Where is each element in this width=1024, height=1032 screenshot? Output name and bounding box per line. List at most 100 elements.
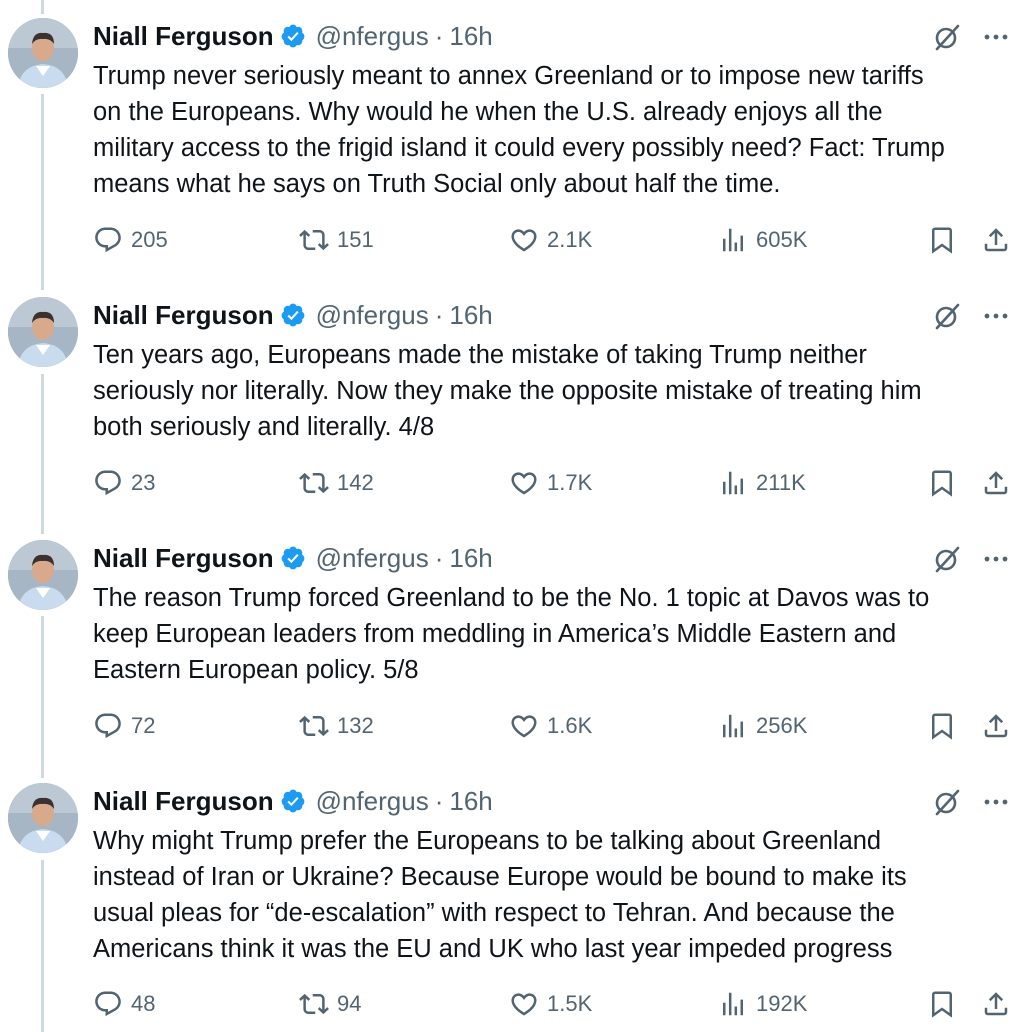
repost-button[interactable]: 94 (299, 986, 361, 1022)
views-button[interactable]: 211K (718, 465, 806, 501)
views-button[interactable]: 192K (718, 986, 807, 1022)
more-icon[interactable] (982, 23, 1010, 51)
avatar[interactable] (8, 297, 78, 367)
header-actions (932, 544, 1010, 574)
timestamp[interactable]: 16h (449, 786, 492, 817)
tweet-actions: 48 94 1.5K 192K (93, 986, 1019, 1022)
bookmark-button[interactable] (927, 986, 957, 1022)
like-button[interactable]: 2.1K (509, 222, 592, 258)
author-name[interactable]: Niall Ferguson (93, 786, 274, 817)
author-handle[interactable]: @nfergus (316, 300, 429, 331)
tweet[interactable]: Niall Ferguson @nfergus · 16h Ten years … (0, 297, 1024, 517)
avatar[interactable] (8, 540, 78, 610)
views-icon (723, 471, 743, 495)
tweet-text: The reason Trump forced Greenland to be … (93, 584, 930, 684)
views-button[interactable]: 605K (718, 222, 807, 258)
author-handle[interactable]: @nfergus (316, 543, 429, 574)
reply-count: 48 (131, 991, 156, 1016)
tweet[interactable]: Niall Ferguson @nfergus · 16h Why might … (0, 783, 1024, 1032)
repost-button[interactable]: 142 (299, 465, 374, 501)
like-icon (511, 472, 537, 495)
tweet-header: Niall Ferguson @nfergus · 16h (93, 785, 493, 817)
reply-count: 205 (131, 227, 168, 252)
reply-button[interactable]: 72 (93, 708, 155, 744)
more-icon[interactable] (982, 788, 1010, 816)
more-icon[interactable] (982, 545, 1010, 573)
bookmark-button[interactable] (927, 708, 957, 744)
author-name[interactable]: Niall Ferguson (93, 300, 274, 331)
reply-icon (95, 991, 121, 1017)
header-actions (932, 787, 1010, 817)
repost-icon (299, 229, 329, 251)
like-icon (511, 715, 537, 738)
like-icon (511, 993, 537, 1016)
like-button[interactable]: 1.5K (509, 986, 592, 1022)
reply-icon (95, 470, 121, 496)
more-icon[interactable] (982, 302, 1010, 330)
like-button[interactable]: 1.7K (509, 465, 592, 501)
avatar[interactable] (8, 783, 78, 853)
avatar[interactable] (8, 18, 78, 88)
separator-dot: · (434, 542, 444, 573)
tweet[interactable]: Niall Ferguson @nfergus · 16h Trump neve… (0, 18, 1024, 268)
timestamp[interactable]: 16h (449, 300, 492, 331)
repost-count: 142 (337, 470, 374, 495)
grok-icon[interactable] (932, 22, 962, 52)
verified-badge-icon (281, 789, 304, 813)
share-icon (984, 228, 1008, 252)
author-name[interactable]: Niall Ferguson (93, 21, 274, 52)
tweet-actions: 205 151 2.1K 605K (93, 222, 1019, 258)
header-actions (932, 22, 1010, 52)
share-icon (984, 714, 1008, 738)
separator-dot: · (434, 299, 444, 330)
tweet-header: Niall Ferguson @nfergus · 16h (93, 542, 493, 574)
like-count: 1.6K (547, 713, 593, 738)
reply-button[interactable]: 205 (93, 222, 168, 258)
bookmark-icon (932, 713, 952, 740)
thread-line (41, 0, 44, 14)
verified-badge-icon (281, 546, 304, 570)
grok-icon[interactable] (932, 787, 962, 817)
author-handle[interactable]: @nfergus (316, 21, 429, 52)
like-button[interactable]: 1.6K (509, 708, 592, 744)
like-icon (511, 229, 537, 252)
share-button[interactable] (981, 465, 1011, 501)
verified-badge-icon (281, 24, 304, 48)
bookmark-icon (932, 227, 952, 254)
views-button[interactable]: 256K (718, 708, 807, 744)
repost-count: 94 (337, 991, 362, 1016)
reply-count: 72 (131, 713, 156, 738)
like-count: 1.7K (547, 470, 593, 495)
reply-count: 23 (131, 470, 156, 495)
views-icon (723, 714, 743, 738)
share-button[interactable] (981, 708, 1011, 744)
repost-icon (299, 472, 329, 494)
separator-dot: · (434, 20, 444, 51)
tweet-header: Niall Ferguson @nfergus · 16h (93, 20, 493, 52)
bookmark-button[interactable] (927, 222, 957, 258)
bookmark-icon (932, 991, 952, 1018)
repost-icon (299, 993, 329, 1015)
reply-button[interactable]: 48 (93, 986, 155, 1022)
reply-button[interactable]: 23 (93, 465, 155, 501)
share-icon (984, 471, 1008, 495)
author-handle[interactable]: @nfergus (316, 786, 429, 817)
share-button[interactable] (981, 222, 1011, 258)
share-button[interactable] (981, 986, 1011, 1022)
tweet-text: Trump never seriously meant to annex Gre… (93, 62, 945, 198)
bookmark-button[interactable] (927, 465, 957, 501)
verified-badge-icon (281, 303, 304, 327)
grok-icon[interactable] (932, 544, 962, 574)
author-name[interactable]: Niall Ferguson (93, 543, 274, 574)
share-icon (984, 992, 1008, 1016)
grok-icon[interactable] (932, 301, 962, 331)
tweet-actions: 72 132 1.6K 256K (93, 708, 1019, 744)
tweet-text: Ten years ago, Europeans made the mistak… (93, 341, 922, 441)
views-icon (723, 992, 743, 1016)
repost-button[interactable]: 132 (299, 708, 374, 744)
repost-button[interactable]: 151 (299, 222, 374, 258)
view-count: 605K (756, 227, 808, 252)
timestamp[interactable]: 16h (449, 21, 492, 52)
tweet[interactable]: Niall Ferguson @nfergus · 16h The reason… (0, 540, 1024, 760)
timestamp[interactable]: 16h (449, 543, 492, 574)
